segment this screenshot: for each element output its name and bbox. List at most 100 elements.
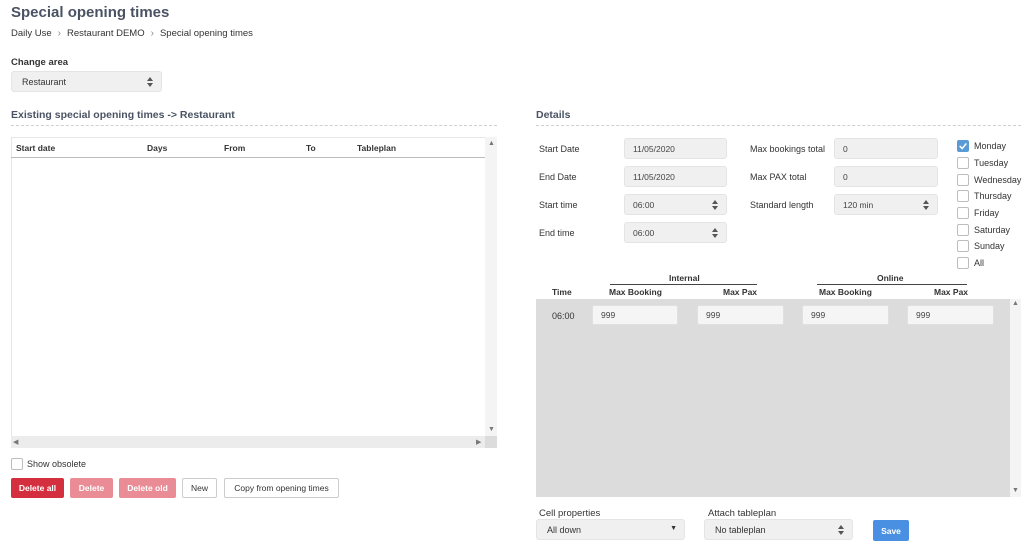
new-button[interactable]: New <box>182 478 217 498</box>
day-thursday[interactable]: Thursday <box>957 190 1012 202</box>
internal-max-pax-header: Max Pax <box>723 287 758 297</box>
internal-max-pax-input[interactable]: 999 <box>697 305 784 325</box>
grid-vertical-scrollbar[interactable] <box>1010 299 1021 497</box>
day-saturday[interactable]: Saturday <box>957 224 1010 236</box>
standard-length-select[interactable]: 120 min <box>834 194 938 215</box>
delete-all-button[interactable]: Delete all <box>11 478 64 498</box>
day-wednesday[interactable]: Wednesday <box>957 174 1021 186</box>
all-label: All <box>974 258 985 268</box>
chevron-right-icon: › <box>150 28 154 39</box>
page-title: Special opening times <box>11 4 170 21</box>
end-time-value: 06:00 <box>633 227 655 238</box>
table-header-divider <box>11 157 486 158</box>
sunday-label: Sunday <box>974 241 1005 251</box>
cell-properties-select[interactable]: All down ▼ <box>536 519 685 540</box>
all-checkbox[interactable] <box>957 257 969 269</box>
max-pax-total-input[interactable]: 0 <box>834 166 938 187</box>
day-friday[interactable]: Friday <box>957 207 999 219</box>
online-max-pax-header: Max Pax <box>934 287 969 297</box>
show-obsolete-checkbox[interactable] <box>11 458 23 470</box>
saturday-label: Saturday <box>974 225 1011 235</box>
scroll-left-icon[interactable]: ◀ <box>13 438 18 446</box>
attach-tableplan-value: No tableplan <box>715 524 766 535</box>
wednesday-label: Wednesday <box>974 175 1022 185</box>
change-area-value: Restaurant <box>22 76 67 87</box>
attach-tableplan-label: Attach tableplan <box>708 508 777 519</box>
scroll-down-icon[interactable]: ▼ <box>488 426 495 433</box>
wednesday-checkbox[interactable] <box>957 174 969 186</box>
breadcrumb-item-restaurant-demo[interactable]: Restaurant DEMO <box>67 28 145 39</box>
updown-arrows-icon <box>923 199 929 210</box>
friday-checkbox[interactable] <box>957 207 969 219</box>
save-button[interactable]: Save <box>873 520 909 541</box>
max-pax-total-label: Max PAX total <box>750 172 807 182</box>
updown-arrows-icon <box>712 227 718 238</box>
column-header-days[interactable]: Days <box>147 143 167 153</box>
delete-old-button[interactable]: Delete old <box>119 478 176 498</box>
breadcrumb: Daily Use › Restaurant DEMO › Special op… <box>11 28 253 39</box>
cell-properties-value: All down <box>547 524 582 535</box>
start-date-input[interactable]: 11/05/2020 <box>624 138 727 159</box>
start-date-label: Start Date <box>539 144 580 154</box>
column-header-start-date[interactable]: Start date <box>16 143 55 153</box>
show-obsolete-label: Show obsolete <box>27 459 87 469</box>
cell-properties-label: Cell properties <box>539 508 601 519</box>
thursday-checkbox[interactable] <box>957 190 969 202</box>
standard-length-label: Standard length <box>750 200 814 210</box>
scrollbar-corner <box>485 436 497 448</box>
scroll-up-icon[interactable]: ▲ <box>488 140 495 147</box>
breadcrumb-item-current: Special opening times <box>159 28 253 39</box>
max-bookings-total-label: Max bookings total <box>750 144 826 154</box>
checkmark-icon <box>959 143 967 150</box>
online-group-underline <box>817 284 967 285</box>
day-monday[interactable]: Monday <box>957 140 1006 152</box>
dropdown-arrow-icon: ▼ <box>670 525 677 532</box>
online-max-booking-header: Max Booking <box>819 287 872 297</box>
column-header-tableplan[interactable]: Tableplan <box>357 143 396 153</box>
grid-row-time: 06:00 <box>552 311 575 321</box>
column-header-from[interactable]: From <box>224 143 245 153</box>
online-max-pax-input[interactable]: 999 <box>907 305 994 325</box>
saturday-checkbox[interactable] <box>957 224 969 236</box>
delete-button[interactable]: Delete <box>70 478 113 498</box>
end-time-label: End time <box>539 228 575 238</box>
existing-section-title: Existing special opening times -> Restau… <box>11 109 235 121</box>
day-tuesday[interactable]: Tuesday <box>957 157 1008 169</box>
section-divider <box>536 125 1021 126</box>
max-bookings-total-input[interactable]: 0 <box>834 138 938 159</box>
online-group-header: Online <box>877 273 904 283</box>
updown-arrows-icon <box>838 524 844 535</box>
capacity-grid <box>536 299 1010 497</box>
sunday-checkbox[interactable] <box>957 240 969 252</box>
friday-label: Friday <box>974 208 1000 218</box>
start-time-value: 06:00 <box>633 199 655 210</box>
day-sunday[interactable]: Sunday <box>957 240 1005 252</box>
online-max-booking-input[interactable]: 999 <box>802 305 889 325</box>
tuesday-checkbox[interactable] <box>957 157 969 169</box>
tuesday-label: Tuesday <box>974 158 1009 168</box>
end-date-input[interactable]: 11/05/2020 <box>624 166 727 187</box>
monday-label: Monday <box>974 141 1007 151</box>
breadcrumb-item-daily-use[interactable]: Daily Use <box>11 28 52 39</box>
start-time-select[interactable]: 06:00 <box>624 194 727 215</box>
copy-from-opening-times-button[interactable]: Copy from opening times <box>224 478 339 498</box>
day-all[interactable]: All <box>957 257 984 269</box>
chevron-right-icon: › <box>57 28 61 39</box>
thursday-label: Thursday <box>974 191 1012 201</box>
internal-max-booking-input[interactable]: 999 <box>592 305 678 325</box>
column-header-to[interactable]: To <box>306 143 316 153</box>
scroll-down-icon[interactable]: ▼ <box>1012 487 1019 494</box>
monday-checkbox[interactable] <box>957 140 969 152</box>
change-area-select[interactable]: Restaurant <box>11 71 162 92</box>
scroll-right-icon[interactable]: ▶ <box>476 438 481 446</box>
updown-arrows-icon <box>712 199 718 210</box>
updown-arrows-icon <box>147 76 153 87</box>
attach-tableplan-select[interactable]: No tableplan <box>704 519 853 540</box>
end-time-select[interactable]: 06:00 <box>624 222 727 243</box>
standard-length-value: 120 min <box>843 199 874 210</box>
change-area-label: Change area <box>11 57 69 68</box>
table-vertical-scrollbar[interactable] <box>485 137 497 437</box>
scroll-up-icon[interactable]: ▲ <box>1012 300 1019 307</box>
internal-max-booking-header: Max Booking <box>609 287 662 297</box>
table-horizontal-scrollbar[interactable] <box>11 436 485 448</box>
